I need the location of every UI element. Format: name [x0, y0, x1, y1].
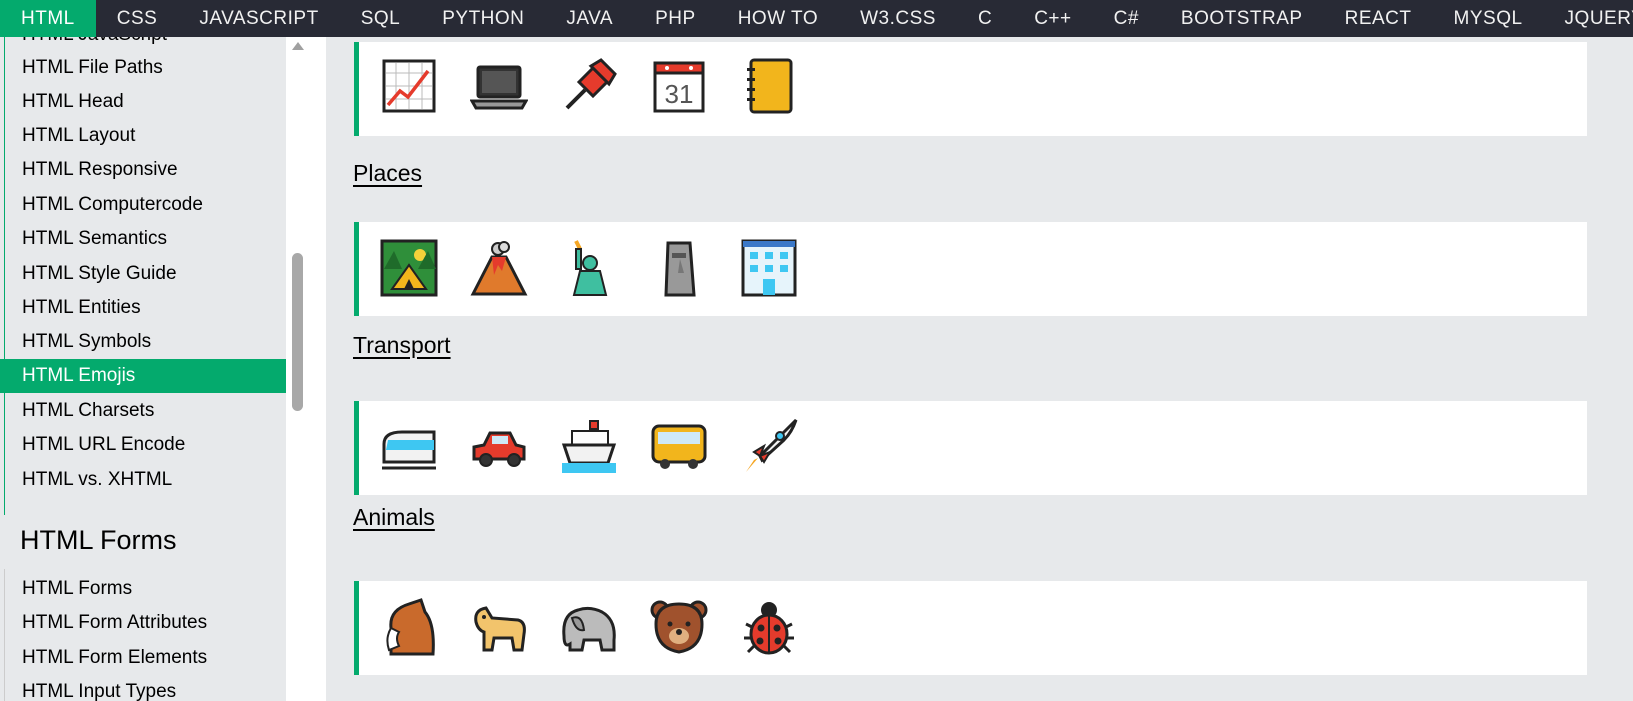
nav-sql[interactable]: SQL	[340, 0, 422, 37]
camping-icon	[379, 238, 439, 298]
nav-javascript[interactable]: JAVASCRIPT	[178, 0, 339, 37]
sidebar-item-form-attributes[interactable]: HTML Form Attributes	[0, 606, 286, 640]
pushpin-icon	[559, 56, 619, 116]
emoji-example-places	[354, 222, 1587, 316]
sidebar-item-style-guide[interactable]: HTML Style Guide	[0, 257, 286, 291]
volcano-icon	[469, 238, 529, 298]
top-navigation: HTML CSS JAVASCRIPT SQL PYTHON JAVA PHP …	[0, 0, 1633, 37]
ladybug-icon	[739, 597, 799, 657]
nav-html[interactable]: HTML	[0, 0, 96, 37]
svg-text:31: 31	[665, 79, 694, 109]
sidebar-item-charsets[interactable]: HTML Charsets	[0, 394, 286, 428]
nav-w3css[interactable]: W3.CSS	[839, 0, 957, 37]
scrollbar-thumb[interactable]	[292, 253, 303, 411]
nav-react[interactable]: REACT	[1324, 0, 1433, 37]
sidebar-item-entities[interactable]: HTML Entities	[0, 291, 286, 325]
main-content: 31 Places Transport Animals	[326, 37, 1633, 701]
nav-java[interactable]: JAVA	[545, 0, 634, 37]
laptop-icon	[469, 56, 529, 116]
scroll-up-arrow-icon[interactable]	[292, 42, 304, 50]
sidebar-item-forms[interactable]: HTML Forms	[0, 572, 286, 606]
rocket-icon	[739, 417, 799, 477]
sidebar-item-computercode[interactable]: HTML Computercode	[0, 188, 286, 222]
sidebar-item-head[interactable]: HTML Head	[0, 85, 286, 119]
emoji-example-objects: 31	[354, 42, 1587, 136]
sidebar-item-responsive[interactable]: HTML Responsive	[0, 153, 286, 187]
nav-csharp[interactable]: C#	[1093, 0, 1160, 37]
nav-mysql[interactable]: MYSQL	[1433, 0, 1544, 37]
elephant-icon	[559, 597, 619, 657]
nav-php[interactable]: PHP	[634, 0, 717, 37]
sidebar-item-url-encode[interactable]: HTML URL Encode	[0, 428, 286, 462]
sidebar: HTML JavaScript HTML File Paths HTML Hea…	[0, 37, 286, 701]
sidebar-item-layout[interactable]: HTML Layout	[0, 119, 286, 153]
car-icon	[469, 417, 529, 477]
sidebar-item-form-elements[interactable]: HTML Form Elements	[0, 641, 286, 675]
nav-bootstrap[interactable]: BOOTSTRAP	[1160, 0, 1324, 37]
bus-icon	[649, 417, 709, 477]
sidebar-item-input-types[interactable]: HTML Input Types	[0, 675, 286, 701]
train-icon	[379, 417, 439, 477]
sidebar-item-file-paths[interactable]: HTML File Paths	[0, 51, 286, 85]
statue-of-liberty-icon	[559, 238, 619, 298]
sidebar-item-symbols[interactable]: HTML Symbols	[0, 325, 286, 359]
sidebar-item-javascript[interactable]: HTML JavaScript	[0, 37, 286, 52]
sidebar-heading-forms: HTML Forms	[20, 525, 177, 555]
notebook-icon	[739, 56, 799, 116]
ship-icon	[559, 417, 619, 477]
chart-increasing-icon	[379, 56, 439, 116]
sidebar-item-semantics[interactable]: HTML Semantics	[0, 222, 286, 256]
nav-cpp[interactable]: C++	[1013, 0, 1092, 37]
horse-icon	[379, 597, 439, 657]
office-building-icon	[739, 238, 799, 298]
emoji-example-transport	[354, 401, 1587, 495]
dog-icon	[469, 597, 529, 657]
nav-python[interactable]: PYTHON	[421, 0, 545, 37]
section-title-places: Places	[353, 160, 423, 186]
sidebar-item-emojis[interactable]: HTML Emojis	[0, 359, 286, 393]
nav-css[interactable]: CSS	[96, 0, 179, 37]
moai-icon	[649, 238, 709, 298]
emoji-example-animals	[354, 581, 1587, 675]
sidebar-scrollbar[interactable]	[286, 37, 308, 701]
nav-how-to[interactable]: HOW TO	[717, 0, 839, 37]
calendar-icon: 31	[649, 56, 709, 116]
nav-c[interactable]: C	[957, 0, 1013, 37]
section-title-animals: Animals	[353, 504, 435, 530]
sidebar-item-vs-xhtml[interactable]: HTML vs. XHTML	[0, 463, 286, 497]
nav-jquery[interactable]: JQUERY	[1544, 0, 1633, 37]
section-title-transport: Transport	[353, 332, 451, 358]
bear-icon	[649, 597, 709, 657]
